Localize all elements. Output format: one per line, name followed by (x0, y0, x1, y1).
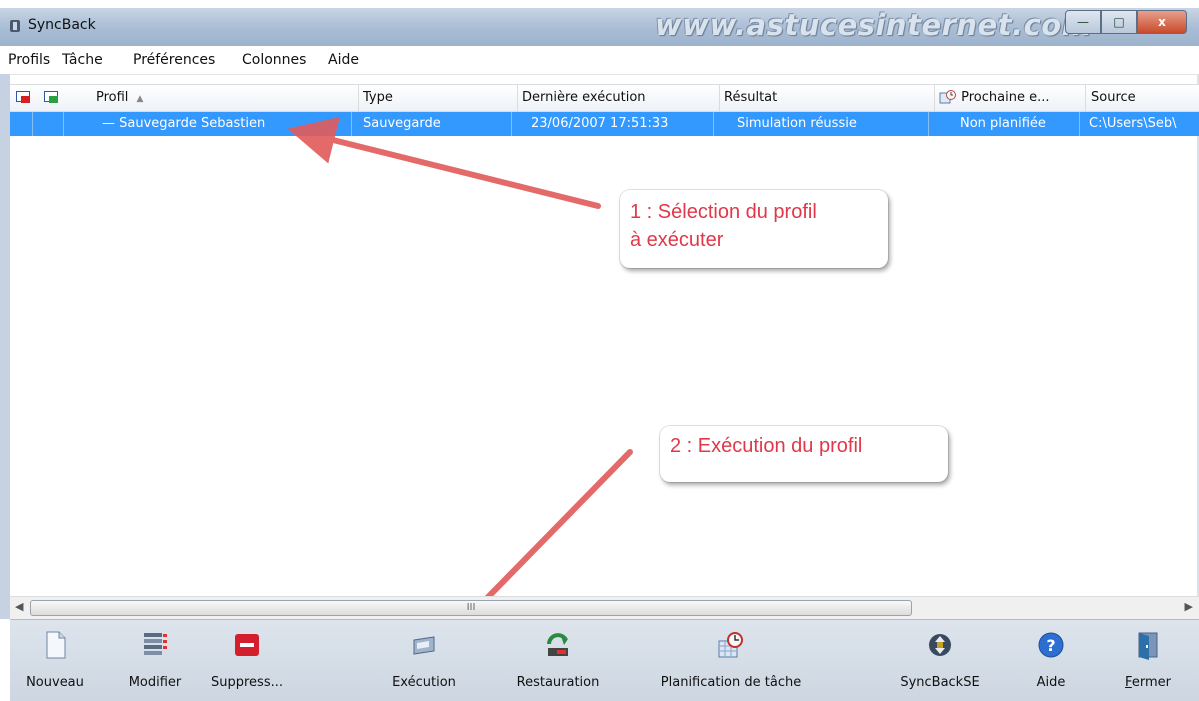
annotation-callout-step2: 2 : Exécution du profil (660, 426, 948, 482)
exit-door-icon (1133, 630, 1163, 660)
arrow-to-profile (287, 116, 601, 209)
suppress-label: Suppress... (211, 675, 283, 690)
fermer-label: Fermer (1125, 675, 1171, 690)
run-profile-icon (409, 630, 439, 660)
fermer-button[interactable]: Fermer (1118, 620, 1178, 701)
syncbackse-button[interactable]: SyncBackSE (894, 620, 986, 701)
restauration-label: Restauration (516, 675, 600, 690)
restore-icon (543, 630, 573, 660)
suppress-button[interactable]: Suppress... (206, 620, 288, 701)
aide-button[interactable]: ? Aide (1028, 620, 1074, 701)
planification-label: Planification de tâche (660, 675, 802, 690)
annotation-step2-text: 2 : Exécution du profil (670, 435, 863, 457)
planification-button[interactable]: Planification de tâche (642, 620, 820, 701)
help-icon: ? (1036, 630, 1066, 660)
annotation-step1-line1: 1 : Sélection du profil (630, 201, 817, 223)
schedule-task-icon (716, 630, 746, 660)
syncbackse-icon (925, 630, 955, 660)
svg-text:?: ? (1046, 636, 1055, 655)
modifier-label: Modifier (128, 675, 182, 690)
aide-label: Aide (1036, 675, 1066, 690)
scrollbar-thumb[interactable]: III (30, 600, 912, 616)
execution-label: Exécution (392, 675, 456, 690)
scroll-right-icon[interactable]: ▶ (1185, 600, 1193, 613)
scroll-left-icon[interactable]: ◀ (15, 600, 23, 613)
bottom-toolbar: Nouveau Modifier Suppress... Exécution R… (10, 619, 1199, 701)
restauration-button[interactable]: Restauration (506, 620, 610, 701)
fermer-label-rest: ermer (1131, 675, 1171, 690)
new-document-icon (40, 630, 70, 660)
delete-icon (232, 630, 262, 660)
syncbackse-label: SyncBackSE (900, 675, 980, 690)
modifier-button[interactable]: Modifier (125, 620, 185, 701)
annotation-callout-step1: 1 : Sélection du profil à exécuter (620, 190, 888, 268)
scrollbar-grip-icon: III (466, 602, 476, 613)
fermer-accelerator: F (1125, 675, 1132, 690)
execution-button[interactable]: Exécution (389, 620, 459, 701)
nouveau-button[interactable]: Nouveau (24, 620, 86, 701)
horizontal-scrollbar[interactable]: ◀ III ▶ (10, 596, 1199, 619)
annotation-arrows (287, 116, 633, 651)
modify-list-icon (140, 630, 170, 660)
annotation-step1-line2: à exécuter (630, 229, 724, 251)
nouveau-label: Nouveau (26, 675, 84, 690)
